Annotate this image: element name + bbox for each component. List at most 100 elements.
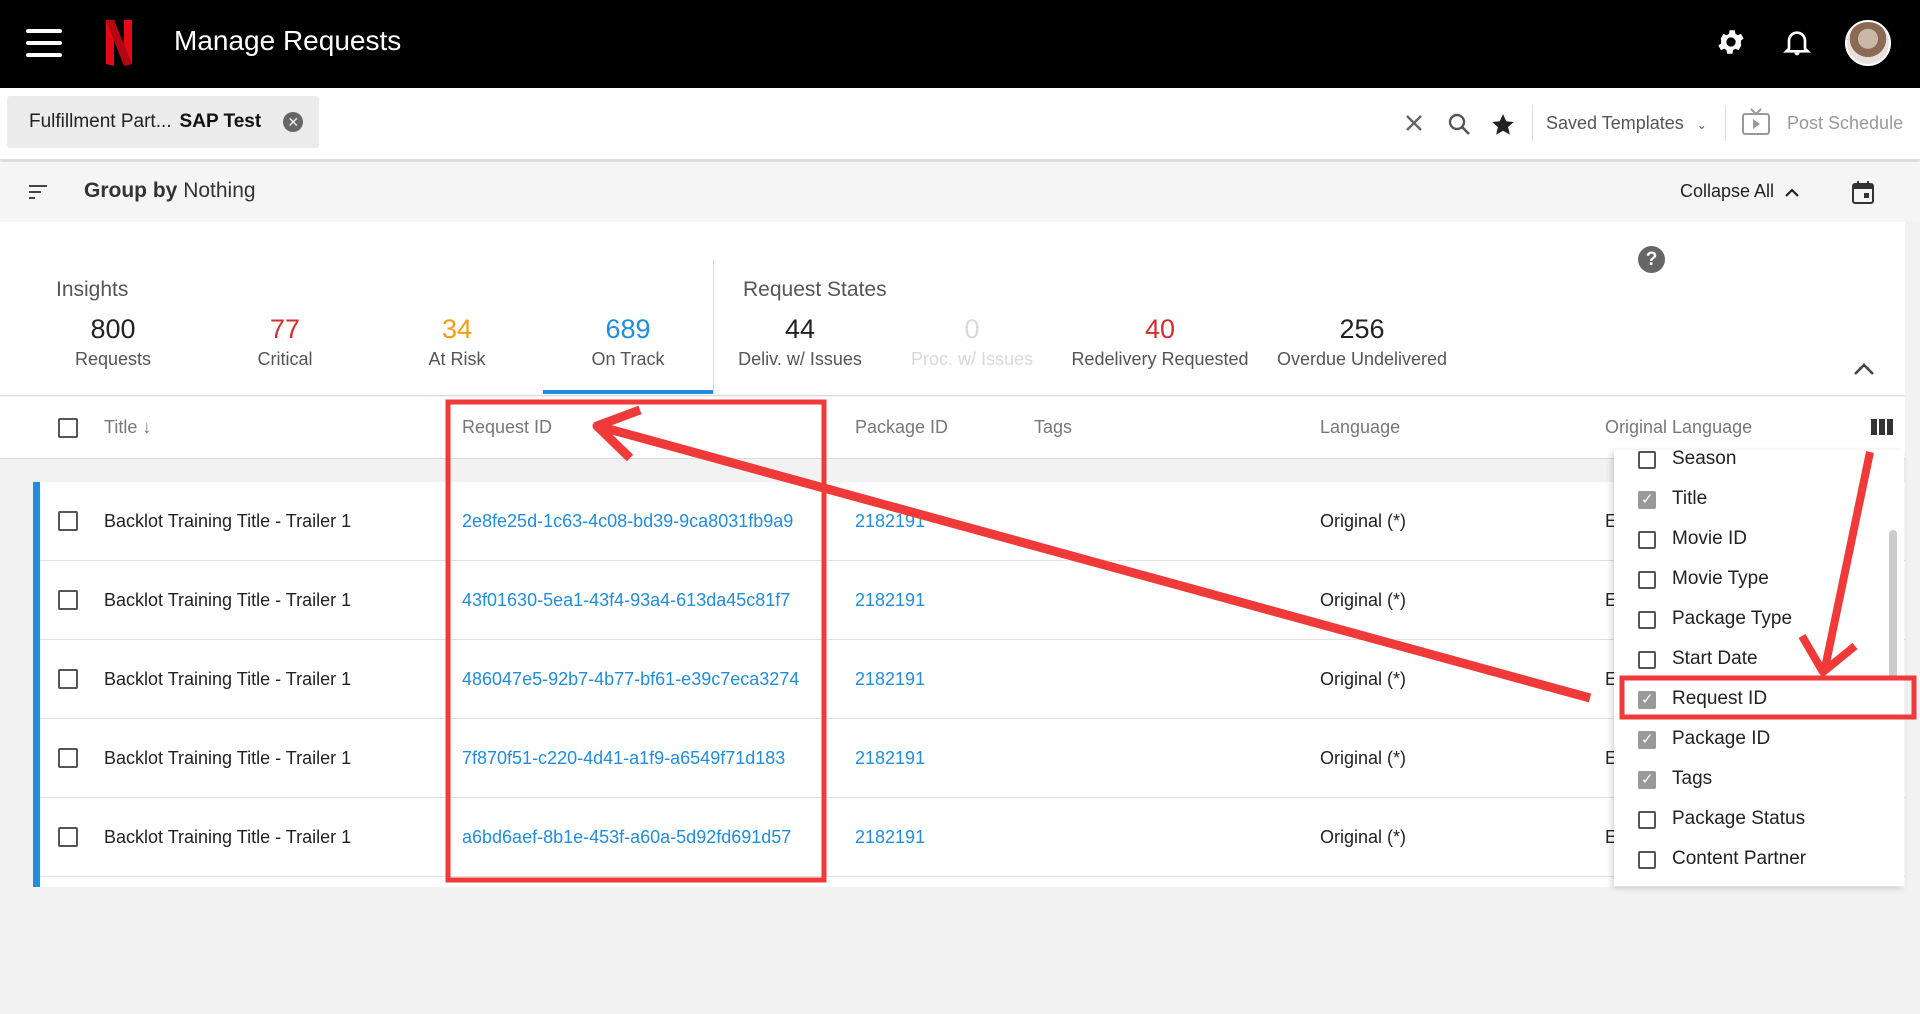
close-icon[interactable]: ✕ [283,112,304,132]
column-checkbox[interactable] [1638,451,1656,469]
column-option-label: Season [1672,450,1737,469]
row-checkbox[interactable] [58,669,78,689]
row-request-id-link[interactable]: 43f01630-5ea1-43f4-93a4-613da45c81f7 [462,590,790,611]
column-checkbox[interactable] [1638,770,1656,789]
column-checkbox[interactable] [1638,490,1656,509]
row-checkbox[interactable] [58,511,78,531]
metric-redelivery[interactable]: 40 Redelivery Requested [1060,314,1260,370]
select-all-checkbox[interactable] [58,418,78,438]
row-language: Original (*) [1320,590,1407,610]
row-checkbox[interactable] [58,748,78,768]
column-checkbox[interactable] [1638,811,1656,829]
metric-on-track[interactable]: 689 On Track [543,314,713,370]
group-by-value: Nothing [183,179,256,202]
metric-value: 34 [441,314,473,344]
search-icon[interactable] [1447,112,1471,141]
row-title: Backlot Training Title - Trailer 1 [104,590,352,610]
calendar-icon[interactable] [1852,180,1874,209]
group-bar: Group by Nothing Collapse All [0,162,1920,222]
netflix-logo [104,18,134,73]
collapse-all-button[interactable]: Collapse All [1680,181,1799,202]
column-checkbox[interactable] [1638,690,1656,709]
row-request-id-link[interactable]: 486047e5-92b7-4b77-bf61-e39c7eca3274 [462,669,799,690]
row-title: Backlot Training Title - Trailer 1 [104,748,352,768]
column-option[interactable]: Request ID [1614,680,1904,720]
row-request-id-link[interactable]: 2e8fe25d-1c63-4c08-bd39-9ca8031fb9a9 [462,511,793,532]
group-by-control[interactable]: Group by Nothing [84,179,256,203]
row-language: Original (*) [1320,827,1407,847]
row-package-id-link[interactable]: 2182191 [855,511,925,532]
column-option[interactable]: Season [1614,450,1904,480]
metric-label: Deliv. w/ Issues [738,349,862,369]
row-package-id-link[interactable]: 2182191 [855,827,925,848]
header-title[interactable]: Title ↓ [104,417,151,438]
column-option[interactable]: Movie Type [1614,560,1904,600]
column-option[interactable]: Tags [1614,760,1904,800]
header-original-language[interactable]: Original Language [1605,417,1752,438]
row-request-id-link[interactable]: 7f870f51-c220-4d41-a1f9-a6549f71d183 [462,748,785,769]
column-checkbox[interactable] [1638,851,1656,869]
metric-requests[interactable]: 800 Requests [28,314,198,370]
header-language[interactable]: Language [1320,417,1400,438]
top-app-bar: Manage Requests [0,0,1920,88]
column-option[interactable]: Title [1614,480,1904,520]
metric-value: 0 [964,314,980,344]
saved-templates-dropdown[interactable]: Saved Templates ⌄ [1546,113,1707,134]
active-tab-indicator [543,390,713,394]
metric-deliv-issues[interactable]: 44 Deliv. w/ Issues [715,314,885,370]
help-icon[interactable]: ? [1638,246,1665,273]
column-option[interactable]: Package ID [1614,720,1904,760]
column-checkbox[interactable] [1638,611,1656,629]
row-title: Backlot Training Title - Trailer 1 [104,669,352,689]
filter-chip-key: Fulfillment Part... [29,111,172,132]
avatar[interactable] [1845,20,1891,66]
column-option-label: Start Date [1672,648,1758,669]
column-checkbox[interactable] [1638,531,1656,549]
page-title: Manage Requests [174,25,402,56]
menu-icon[interactable] [26,29,62,57]
row-request-id-link[interactable]: a6bd6aef-8b1e-453f-a60a-5d92fd691d57 [462,827,791,848]
metric-label: Proc. w/ Issues [910,349,1034,369]
header-tags[interactable]: Tags [1034,417,1072,438]
sort-lines-icon[interactable] [28,184,48,205]
metric-value: 689 [605,314,651,344]
metric-value: 40 [1144,314,1176,344]
column-option-label: Package Status [1672,808,1806,829]
star-icon[interactable] [1490,112,1516,143]
post-schedule-button[interactable]: Post Schedule [1787,113,1903,134]
row-group-accent [33,482,40,887]
column-option[interactable]: Package Status [1614,800,1904,840]
header-request-id[interactable]: Request ID [462,417,552,438]
toolbar-divider [1725,105,1726,141]
column-option[interactable]: Movie ID [1614,520,1904,560]
gear-icon[interactable] [1715,26,1747,63]
insights-title: Insights [56,278,129,301]
chevron-up-icon[interactable] [1853,362,1875,381]
metric-overdue[interactable]: 256 Overdue Undelivered [1262,314,1462,370]
clear-icon[interactable] [1403,112,1425,139]
column-checkbox[interactable] [1638,651,1656,669]
row-checkbox[interactable] [58,590,78,610]
metric-at-risk[interactable]: 34 At Risk [372,314,542,370]
header-package-id[interactable]: Package ID [855,417,948,438]
row-package-id-link[interactable]: 2182191 [855,748,925,769]
row-language: Original (*) [1320,748,1407,768]
column-checkbox[interactable] [1638,730,1656,749]
row-checkbox[interactable] [58,827,78,847]
metric-proc-issues[interactable]: 0 Proc. w/ Issues [887,314,1057,370]
collapse-all-label: Collapse All [1680,181,1775,201]
row-package-id-link[interactable]: 2182191 [855,590,925,611]
saved-templates-label: Saved Templates [1546,113,1684,133]
column-picker-icon[interactable] [1870,417,1894,442]
column-option[interactable]: Content Partner [1614,840,1904,880]
schedule-tv-icon[interactable] [1741,108,1771,141]
bell-icon[interactable] [1781,26,1813,63]
metric-critical[interactable]: 77 Critical [200,314,370,370]
filter-chip[interactable]: Fulfillment Part... SAP Test ✕ [7,96,320,148]
columns-menu-scrollbar[interactable] [1889,530,1897,680]
column-option[interactable]: Package Type [1614,600,1904,640]
column-option[interactable]: Start Date [1614,640,1904,680]
column-option-label: Request ID [1672,688,1768,709]
row-package-id-link[interactable]: 2182191 [855,669,925,690]
column-checkbox[interactable] [1638,571,1656,589]
